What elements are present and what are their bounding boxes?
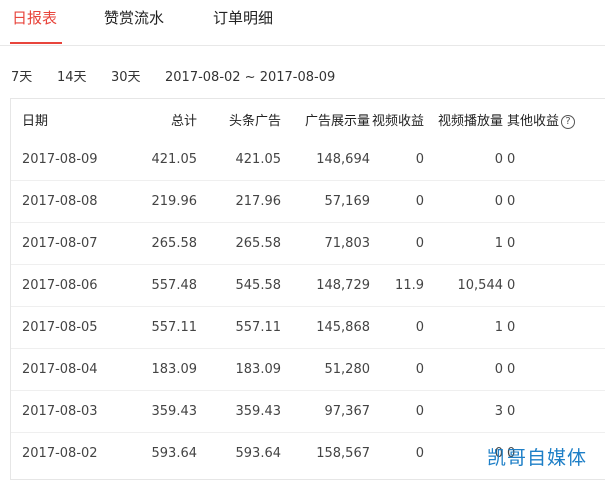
cell-video-revenue: 0 [370,348,424,391]
header-video-plays: 视频播放量 [437,113,503,129]
active-tab-indicator [10,42,62,44]
cell-toutiao-ads: 183.09 [197,348,281,391]
cell-other-revenue: 0 [507,152,516,167]
cell-ad-impressions: 97,367 [281,390,370,433]
cell-toutiao-ads: 545.58 [197,264,281,307]
cell-video-plays: 0 [494,152,503,167]
cell-date: 2017-08-03 [11,390,122,433]
help-icon[interactable]: ? [561,114,576,129]
cell-other-revenue: 0 [503,222,605,265]
cell-other-revenue: 0 [503,264,605,307]
cell-other-revenue: 0 [503,348,605,391]
cell-video-revenue: 0 [370,180,424,223]
daily-report-table: 日期 总计 头条广告 广告展示量 视频收益 视频播放量 其他收益? 2017-0… [10,98,605,480]
header-total: 总计 [170,113,197,129]
cell-other-revenue: 0 [503,180,605,223]
cell-date: 2017-08-08 [11,180,122,223]
cell-date: 2017-08-05 [11,306,122,349]
table-row: 2017-08-08 219.96 217.96 57,169 0 0 0 [11,180,605,223]
cell-toutiao-ads: 217.96 [197,180,281,223]
cell-ad-impressions: 71,803 [281,222,370,265]
table-row: 2017-08-03 359.43 359.43 97,367 0 3 0 [11,390,605,433]
cell-total: 421.05 [151,152,198,167]
tab-order-details[interactable]: 订单明细 [213,8,273,28]
header-date: 日期 [22,113,49,129]
cell-toutiao-ads: 421.05 [235,152,282,167]
cell-total: 593.64 [122,432,197,474]
table-row: 2017-08-07 265.58 265.58 71,803 0 1 0 [11,222,605,265]
header-toutiao-ads: 头条广告 [228,113,281,129]
table-row: 2017-08-09 421.05 421.05 148,694 0 0 0 [11,139,605,181]
cell-ad-impressions: 51,280 [281,348,370,391]
cell-total: 359.43 [122,390,197,433]
cell-video-revenue: 0 [370,432,424,474]
cell-total: 557.48 [122,264,197,307]
cell-toutiao-ads: 593.64 [197,432,281,474]
cell-video-plays: 1 [424,306,503,349]
range-7-days[interactable]: 7天 [11,68,32,88]
cell-date: 2017-08-06 [11,264,122,307]
table-row: 2017-08-05 557.11 557.11 145,868 0 1 0 [11,306,605,349]
cell-video-plays: 0 [424,180,503,223]
header-ad-impressions: 广告展示量 [304,113,370,129]
cell-video-revenue: 0 [415,152,424,167]
cell-total: 183.09 [122,348,197,391]
cell-total: 265.58 [122,222,197,265]
cell-video-revenue: 0 [370,306,424,349]
cell-date: 2017-08-02 [11,432,122,474]
table-row: 2017-08-06 557.48 545.58 148,729 11.9 10,544 0 [11,264,605,307]
cell-other-revenue: 0 [503,390,605,433]
cell-ad-impressions: 148,729 [281,264,370,307]
cell-video-revenue: 11.9 [370,264,424,307]
cell-video-plays: 1 [424,222,503,265]
date-range-picker[interactable]: 2017-08-02 ~ 2017-08-09 [165,68,335,88]
cell-video-revenue: 0 [370,390,424,433]
cell-date: 2017-08-09 [22,152,98,167]
header-other-revenue-label: 其他收益 [507,113,560,129]
cell-video-plays: 3 [424,390,503,433]
cell-date: 2017-08-07 [11,222,122,265]
tab-daily-report[interactable]: 日报表 [12,8,57,28]
cell-video-plays: 10,544 [424,264,503,307]
range-14-days[interactable]: 14天 [57,68,87,88]
table-header-row: 日期 总计 头条广告 广告展示量 视频收益 视频播放量 其他收益? [11,99,605,139]
cell-ad-impressions: 158,567 [281,432,370,474]
header-video-revenue: 视频收益 [371,113,424,129]
watermark: 凯哥自媒体 [487,447,588,469]
report-tabs: 日报表 赞赏流水 订单明细 [0,0,605,46]
header-other-revenue: 其他收益? [503,99,605,139]
cell-date: 2017-08-04 [11,348,122,391]
cell-ad-impressions: 148,694 [316,152,370,167]
cell-video-plays: 0 [424,348,503,391]
cell-total: 557.11 [122,306,197,349]
cell-video-revenue: 0 [370,222,424,265]
cell-toutiao-ads: 265.58 [197,222,281,265]
cell-total: 219.96 [122,180,197,223]
cell-ad-impressions: 57,169 [281,180,370,223]
cell-ad-impressions: 145,868 [281,306,370,349]
tab-appreciation-flow[interactable]: 赞赏流水 [104,8,164,28]
cell-toutiao-ads: 359.43 [197,390,281,433]
table-row: 2017-08-04 183.09 183.09 51,280 0 0 0 [11,348,605,391]
cell-toutiao-ads: 557.11 [197,306,281,349]
range-30-days[interactable]: 30天 [111,68,141,88]
cell-other-revenue: 0 [503,306,605,349]
